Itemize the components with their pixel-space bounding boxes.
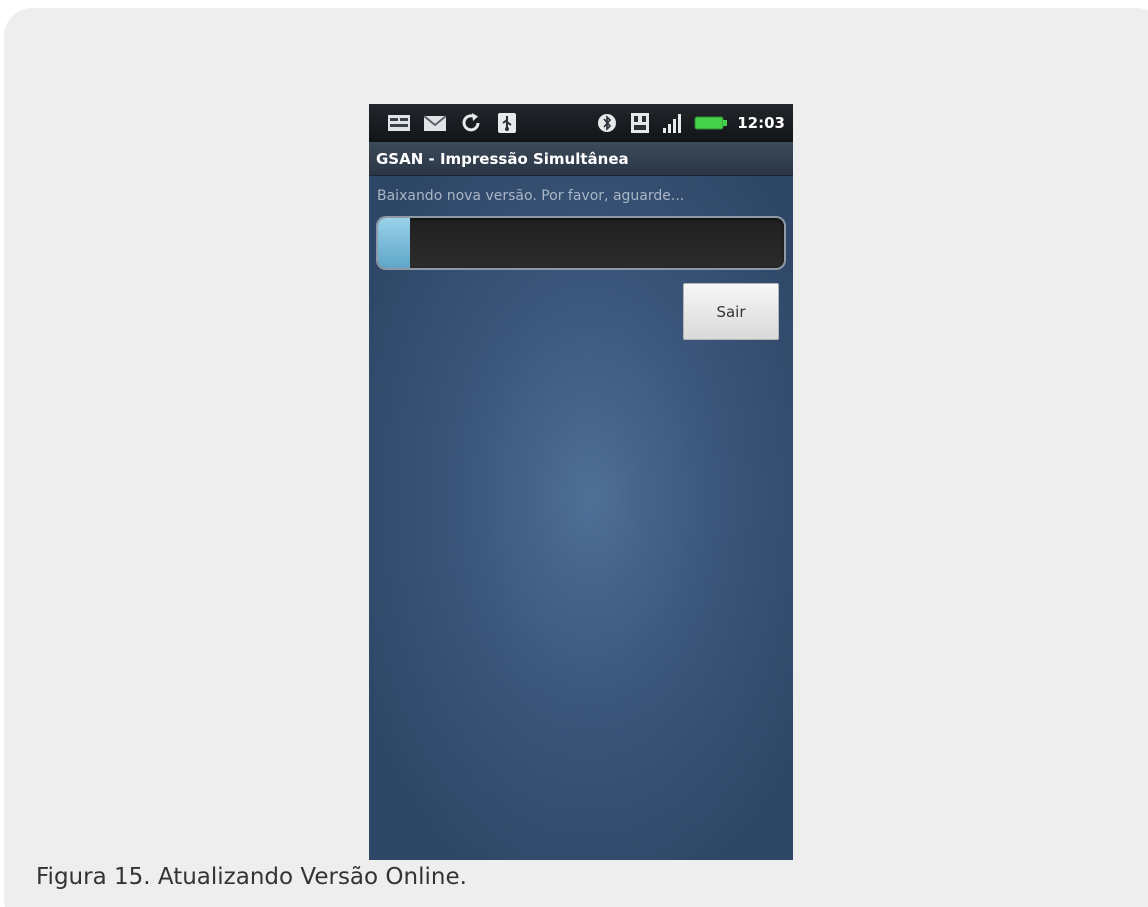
status-clock: 12:03	[737, 114, 785, 132]
sync-icon	[462, 113, 480, 132]
battery-icon	[694, 116, 728, 130]
signal-icon	[663, 114, 682, 133]
notification-icon	[388, 115, 410, 131]
progress-fill	[378, 218, 411, 268]
email-icon	[423, 115, 447, 131]
download-progress-bar	[376, 216, 786, 270]
phone-screen: 12:03 GSAN - Impressão Simultânea Baixan…	[369, 104, 793, 860]
bluetooth-icon	[598, 114, 617, 132]
usb-icon	[498, 113, 516, 133]
app-title-bar: GSAN - Impressão Simultânea	[369, 142, 793, 176]
exit-button[interactable]: Sair	[683, 283, 779, 340]
status-bar: 12:03	[369, 104, 793, 142]
app-title: GSAN - Impressão Simultânea	[376, 149, 629, 168]
figure-caption: Figura 15. Atualizando Versão Online.	[36, 864, 467, 890]
sd-card-icon	[631, 113, 650, 133]
download-message: Baixando nova versão. Por favor, aguarde…	[377, 188, 685, 204]
